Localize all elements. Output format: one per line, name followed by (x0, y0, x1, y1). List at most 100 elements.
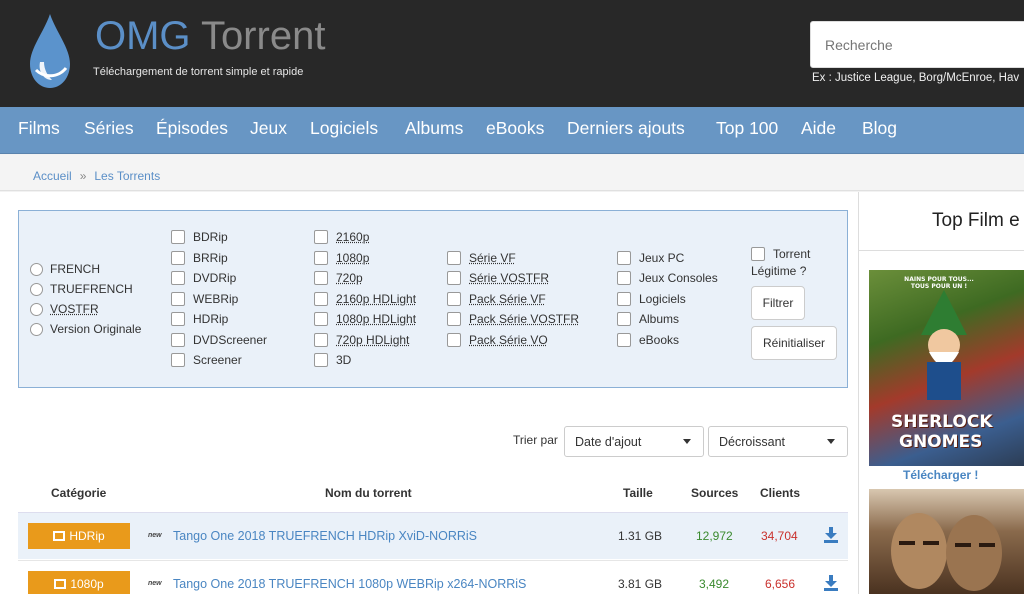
logo-title[interactable]: OMG Torrent (95, 12, 325, 60)
checkbox-2160p[interactable]: 2160p (314, 230, 369, 244)
checkbox[interactable] (617, 333, 631, 347)
nav-blog[interactable]: Blog (862, 118, 897, 139)
sort-field-select[interactable]: Date d'ajout (564, 426, 704, 457)
sort-order-value: Décroissant (719, 434, 785, 449)
nav-derniers-ajouts[interactable]: Derniers ajouts (567, 118, 685, 139)
checkbox-dvdrip[interactable]: DVDRip (171, 271, 236, 285)
checkbox-label: 2160p HDLight (336, 292, 417, 306)
radio-button[interactable] (30, 302, 43, 316)
nav-top-100[interactable]: Top 100 (716, 118, 778, 139)
checkbox-pack-serie-vo[interactable]: Pack Série VO (447, 333, 548, 347)
checkbox[interactable] (171, 333, 185, 347)
radio-button[interactable] (30, 322, 43, 336)
radio-version-originale[interactable]: Version Originale (30, 322, 141, 336)
checkbox-bdrip[interactable]: BDRip (171, 230, 228, 244)
checkbox-1080p-hdlight[interactable]: 1080p HDLight (314, 312, 416, 326)
checkbox[interactable] (171, 271, 185, 285)
download-icon[interactable] (824, 527, 838, 543)
search-hint: Ex : Justice League, Borg/McEnroe, Hav (812, 72, 1020, 84)
checkbox-1080p[interactable]: 1080p (314, 251, 369, 265)
nav-ebooks[interactable]: eBooks (486, 118, 544, 139)
checkbox[interactable] (447, 251, 461, 265)
nav-jeux[interactable]: Jeux (250, 118, 287, 139)
checkbox-jeux-pc[interactable]: Jeux PC (617, 251, 684, 265)
radio-vostfr[interactable]: VOSTFR (30, 302, 99, 316)
checkbox[interactable] (447, 333, 461, 347)
torrent-name-link[interactable]: Tango One 2018 TRUEFRENCH 1080p WEBRip x… (173, 577, 526, 591)
nav-episodes[interactable]: Épisodes (156, 118, 228, 139)
checkbox-label: eBooks (639, 333, 680, 347)
search-box[interactable] (810, 21, 1024, 68)
checkbox-screener[interactable]: Screener (171, 353, 242, 367)
checkbox[interactable] (171, 251, 185, 265)
nav-series[interactable]: Séries (84, 118, 134, 139)
download-icon[interactable] (824, 575, 838, 591)
radio-truefrench[interactable]: TRUEFRENCH (30, 282, 133, 296)
checkbox-dvdscreener[interactable]: DVDScreener (171, 333, 267, 347)
checkbox-brrip[interactable]: BRRip (171, 251, 228, 265)
checkbox-720p-hdlight[interactable]: 720p HDLight (314, 333, 409, 347)
nav-albums[interactable]: Albums (405, 118, 463, 139)
checkbox-pack-serie-vostfr[interactable]: Pack Série VOSTFR (447, 312, 579, 326)
checkbox-jeux-consoles[interactable]: Jeux Consoles (617, 271, 718, 285)
reset-button[interactable]: Réinitialiser (751, 326, 837, 360)
checkbox-webrip[interactable]: WEBRip (171, 292, 238, 306)
checkbox-pack-serie-vf[interactable]: Pack Série VF (447, 292, 546, 306)
filter-button[interactable]: Filtrer (751, 286, 805, 320)
nav-logiciels[interactable]: Logiciels (310, 118, 378, 139)
nav-aide[interactable]: Aide (801, 118, 836, 139)
checkbox-label: Pack Série VO (469, 333, 548, 347)
checkbox-serie-vostfr[interactable]: Série VOSTFR (447, 271, 549, 285)
download-now-link[interactable]: Télécharger ! (903, 468, 978, 482)
checkbox-torrent-legitime[interactable]: Torrent (751, 247, 810, 261)
torrent-name-link[interactable]: Tango One 2018 TRUEFRENCH HDRip XviD-NOR… (173, 529, 477, 543)
checkbox[interactable] (171, 353, 185, 367)
checkbox[interactable] (314, 353, 328, 367)
checkbox-label: 1080p (336, 251, 370, 265)
checkbox-720p[interactable]: 720p (314, 271, 363, 285)
checkbox-2160p-hdlight[interactable]: 2160p HDLight (314, 292, 416, 306)
checkbox[interactable] (314, 312, 328, 326)
nav-films[interactable]: Films (18, 118, 60, 139)
checkbox-ebooks[interactable]: eBooks (617, 333, 679, 347)
checkbox-label: WEBRip (193, 292, 239, 306)
checkbox-albums[interactable]: Albums (617, 312, 679, 326)
checkbox[interactable] (314, 271, 328, 285)
checkbox-3d[interactable]: 3D (314, 353, 351, 367)
checkbox[interactable] (617, 251, 631, 265)
checkbox[interactable] (314, 230, 328, 244)
checkbox[interactable] (447, 271, 461, 285)
radio-button[interactable] (30, 282, 43, 296)
search-input[interactable] (811, 22, 1024, 67)
checkbox[interactable] (617, 271, 631, 285)
breadcrumb-current[interactable]: Les Torrents (94, 169, 160, 183)
radio-french[interactable]: FRENCH (30, 262, 100, 276)
checkbox-hdrip[interactable]: HDRip (171, 312, 228, 326)
sort-order-select[interactable]: Décroissant (708, 426, 848, 457)
radio-button[interactable] (30, 262, 43, 276)
sidebar-divider (858, 250, 1024, 251)
checkbox-serie-vf[interactable]: Série VF (447, 251, 516, 265)
checkbox[interactable] (617, 312, 631, 326)
category-badge[interactable]: 1080p (28, 571, 130, 594)
water-drop-logo-icon[interactable] (26, 12, 74, 90)
category-badge[interactable]: HDRip (28, 523, 130, 549)
movie-poster[interactable] (869, 489, 1024, 594)
checkbox[interactable] (617, 292, 631, 306)
checkbox[interactable] (171, 230, 185, 244)
checkbox[interactable] (314, 292, 328, 306)
header-clients: Clients (760, 486, 801, 500)
checkbox-logiciels[interactable]: Logiciels (617, 292, 686, 306)
checkbox[interactable] (314, 251, 328, 265)
checkbox[interactable] (447, 292, 461, 306)
breadcrumb-home[interactable]: Accueil (33, 169, 72, 183)
checkbox[interactable] (751, 247, 765, 261)
new-badge: new (148, 580, 162, 587)
checkbox[interactable] (314, 333, 328, 347)
checkbox[interactable] (171, 292, 185, 306)
checkbox[interactable] (171, 312, 185, 326)
poster-tagline: NAINS POUR TOUS... TOUS POUR UN ! (904, 276, 974, 290)
checkbox[interactable] (447, 312, 461, 326)
poster-faces-icon (891, 513, 1002, 591)
movie-poster[interactable]: NAINS POUR TOUS... TOUS POUR UN ! SHERLO… (869, 270, 1024, 466)
